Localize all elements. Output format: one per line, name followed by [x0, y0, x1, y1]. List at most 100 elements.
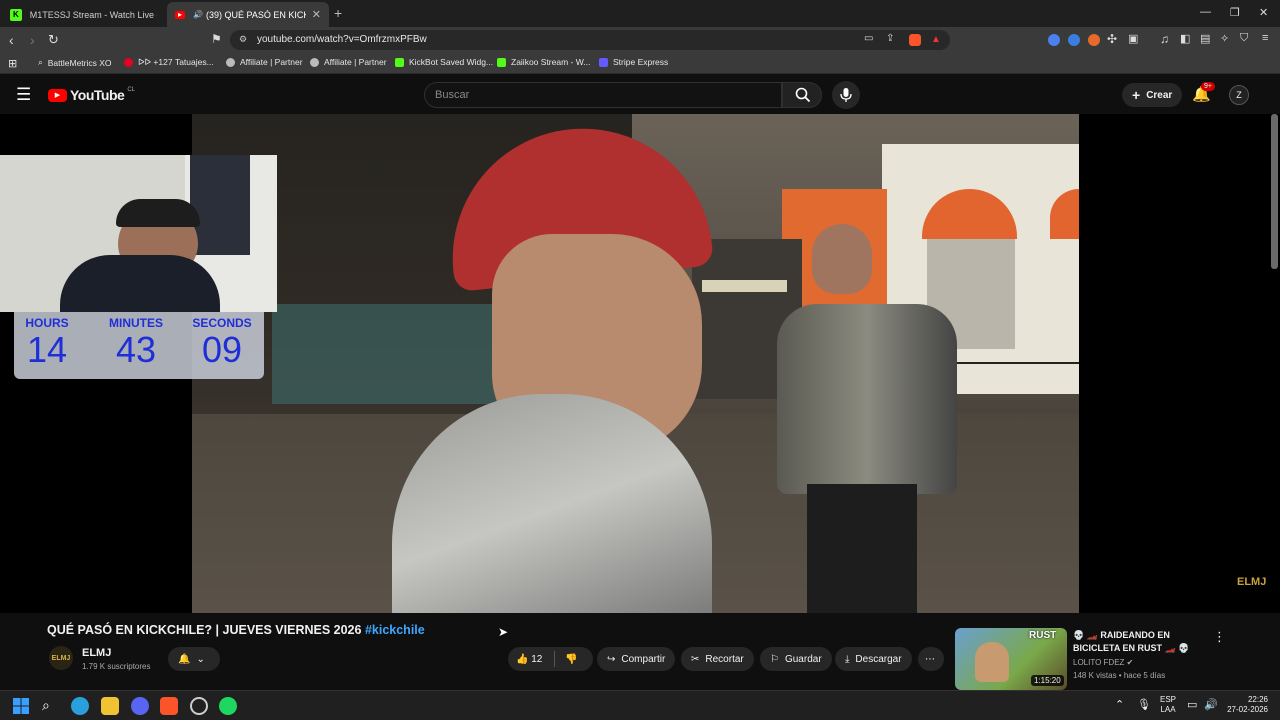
menu-icon[interactable]: ≡	[1262, 32, 1268, 44]
clip-button[interactable]: ✂ Recortar	[681, 647, 754, 671]
bookmark-item[interactable]: KickBot Saved Widg...	[395, 57, 493, 67]
reload-icon[interactable]: ↻	[48, 32, 59, 48]
browser-tab-strip: K M1TESSJ Stream - Watch Live on Kick ▸ …	[0, 0, 1280, 27]
back-icon[interactable]: ‹	[9, 32, 14, 48]
thumb-figure	[975, 642, 1009, 682]
streamer-hair	[116, 199, 200, 227]
puzzle-icon[interactable]: ✣	[1107, 32, 1117, 46]
telegram-icon[interactable]	[71, 697, 89, 715]
hamburger-menu-icon[interactable]: ☰	[16, 85, 31, 105]
share-button[interactable]: ↪ Compartir	[597, 647, 676, 671]
search-icon: ⌕	[38, 57, 43, 67]
extension-icon[interactable]	[1048, 34, 1060, 46]
bookmark-item[interactable]: Stripe Express	[599, 57, 668, 67]
mouse-cursor-icon: ➤	[498, 625, 509, 639]
create-button[interactable]: + Crear	[1122, 83, 1183, 107]
save-button[interactable]: ⚐ Guardar	[760, 647, 832, 671]
language-indicator[interactable]: ESP LAA	[1160, 695, 1176, 715]
site-info-icon[interactable]: ⚙	[239, 34, 247, 45]
leo-icon[interactable]: ✧	[1220, 32, 1229, 45]
spotify-icon[interactable]	[219, 697, 237, 715]
brave-shield-icon[interactable]	[909, 34, 921, 46]
related-channel[interactable]: LOLITO FDEZ ✔	[1073, 658, 1133, 667]
tab-youtube[interactable]: ▸ 🔊 (39) QUÉ PASÓ EN KICKCHILE ✕	[167, 2, 329, 27]
thumbs-down-icon: 👎	[565, 653, 578, 665]
scrollbar-thumb[interactable]	[1271, 114, 1278, 269]
bookmark-item[interactable]: Zaiikoo Stream - W...	[497, 57, 590, 67]
chevron-up-icon[interactable]: ⌃	[1115, 698, 1124, 711]
notifications-button[interactable]: 🔔 9+	[1192, 82, 1215, 104]
download-icon: ⤓	[845, 653, 850, 665]
restore-icon[interactable]: ❐	[1230, 6, 1240, 19]
divider	[554, 651, 556, 667]
scissors-icon: ✂	[691, 653, 700, 665]
verified-icon: ✔	[1126, 658, 1134, 667]
bookmark-icon: ⚐	[770, 653, 779, 665]
brave-rewards-icon[interactable]: ▲	[931, 34, 941, 45]
bookmark-item[interactable]: Affiliate | Partner	[226, 57, 303, 67]
screenshot-icon[interactable]: ▣	[1128, 32, 1138, 45]
media-icon[interactable]: ♫	[1160, 32, 1169, 46]
clock[interactable]: 22:26 27-02-2026	[1222, 695, 1268, 715]
more-actions-button[interactable]: ⋯	[918, 647, 944, 671]
microphone-tray-icon[interactable]: 🎙	[1137, 698, 1151, 711]
youtube-header: ☰ ▶ YouTube CL Buscar + Crear 🔔 9+ Z	[0, 76, 1280, 114]
steam-icon[interactable]	[190, 697, 208, 715]
channel-watermark[interactable]: ELMJ	[1237, 576, 1266, 588]
discord-icon[interactable]	[131, 697, 149, 715]
close-window-icon[interactable]: ✕	[1259, 6, 1268, 19]
plus-icon: +	[1132, 87, 1141, 103]
new-tab-button[interactable]: +	[334, 5, 342, 21]
person-sweater	[777, 304, 957, 494]
hashtag-link[interactable]: #kickchile	[365, 623, 425, 637]
extension-icon[interactable]	[1068, 34, 1080, 46]
forward-icon[interactable]: ›	[30, 32, 35, 48]
like-button[interactable]: 👍 12	[516, 654, 542, 665]
download-button[interactable]: ⤓ Descargar	[835, 647, 912, 671]
countdown-timer: HOURS 14 MINUTES 43 SECONDS 09	[14, 312, 264, 379]
more-vertical-icon[interactable]: ⋮	[1213, 629, 1226, 645]
voice-search-button[interactable]	[832, 81, 860, 109]
file-explorer-icon[interactable]	[101, 697, 119, 715]
apps-grid-icon[interactable]: ⊞	[8, 57, 17, 70]
share-icon[interactable]: ⇪	[886, 33, 894, 44]
volume-icon[interactable]: 🔊	[1204, 698, 1218, 711]
youtube-logo[interactable]: ▶ YouTube CL	[48, 87, 135, 103]
tab-kick-stream[interactable]: K M1TESSJ Stream - Watch Live on Kick	[2, 2, 165, 27]
search-icon[interactable]: ⌕	[42, 697, 60, 715]
globe-icon	[226, 57, 235, 67]
video-title: QUÉ PASÓ EN KICKCHILE? | JUEVES VIERNES …	[47, 623, 425, 637]
cast-icon[interactable]: ▭	[864, 33, 873, 44]
video-player[interactable]: HOURS 14 MINUTES 43 SECONDS 09 ELMJ	[0, 114, 1280, 613]
bookmark-item[interactable]: ⌕ BattleMetrics XO	[38, 57, 112, 68]
avatar[interactable]: Z	[1229, 85, 1249, 105]
sidebar-icon[interactable]: ◧	[1180, 32, 1190, 45]
share-arrow-icon: ↪	[607, 653, 616, 665]
network-icon[interactable]: ▭	[1187, 698, 1197, 711]
vpn-icon[interactable]: ⛉	[1240, 32, 1248, 45]
close-tab-icon[interactable]: ✕	[312, 8, 321, 21]
bookmark-item[interactable]: Affiliate | Partner	[310, 57, 387, 67]
url-field[interactable]: ⚙ youtube.com/watch?v=OmfrzmxPFBw ▭ ⇪ ▲	[230, 30, 950, 50]
bell-icon: 🔔	[178, 653, 191, 665]
wallet-icon[interactable]: ▤	[1200, 32, 1210, 45]
dislike-button[interactable]: 👎	[565, 654, 577, 665]
channel-avatar[interactable]: ELMJ	[49, 646, 73, 670]
speaker-icon: 🔊	[193, 10, 203, 19]
search-input[interactable]: Buscar	[424, 82, 782, 108]
thumbs-up-icon: 👍	[516, 653, 529, 665]
bookmark-item[interactable]: ᐅᐅ +127 Tatuajes...	[124, 57, 214, 68]
brave-browser-icon[interactable]	[160, 697, 178, 715]
chevron-down-icon: ⌄	[196, 653, 205, 665]
subscribe-bell-button[interactable]: 🔔 ⌄	[168, 647, 220, 671]
extension-icon[interactable]	[1088, 34, 1100, 46]
related-video-thumbnail[interactable]: RUST 1:15:20	[955, 628, 1067, 690]
related-video-title[interactable]: 💀 🏎️ RAIDEANDO EN BICICLETA EN RUST 🏎️ 💀	[1073, 629, 1198, 655]
windows-start-icon[interactable]	[12, 697, 30, 715]
video-frame	[192, 114, 1079, 613]
streamer-shirt	[60, 255, 220, 312]
bookmark-icon[interactable]: ⚑	[211, 32, 222, 46]
minimize-icon[interactable]: —	[1200, 6, 1211, 18]
search-button[interactable]	[782, 82, 822, 108]
channel-name[interactable]: ELMJ	[82, 647, 111, 659]
